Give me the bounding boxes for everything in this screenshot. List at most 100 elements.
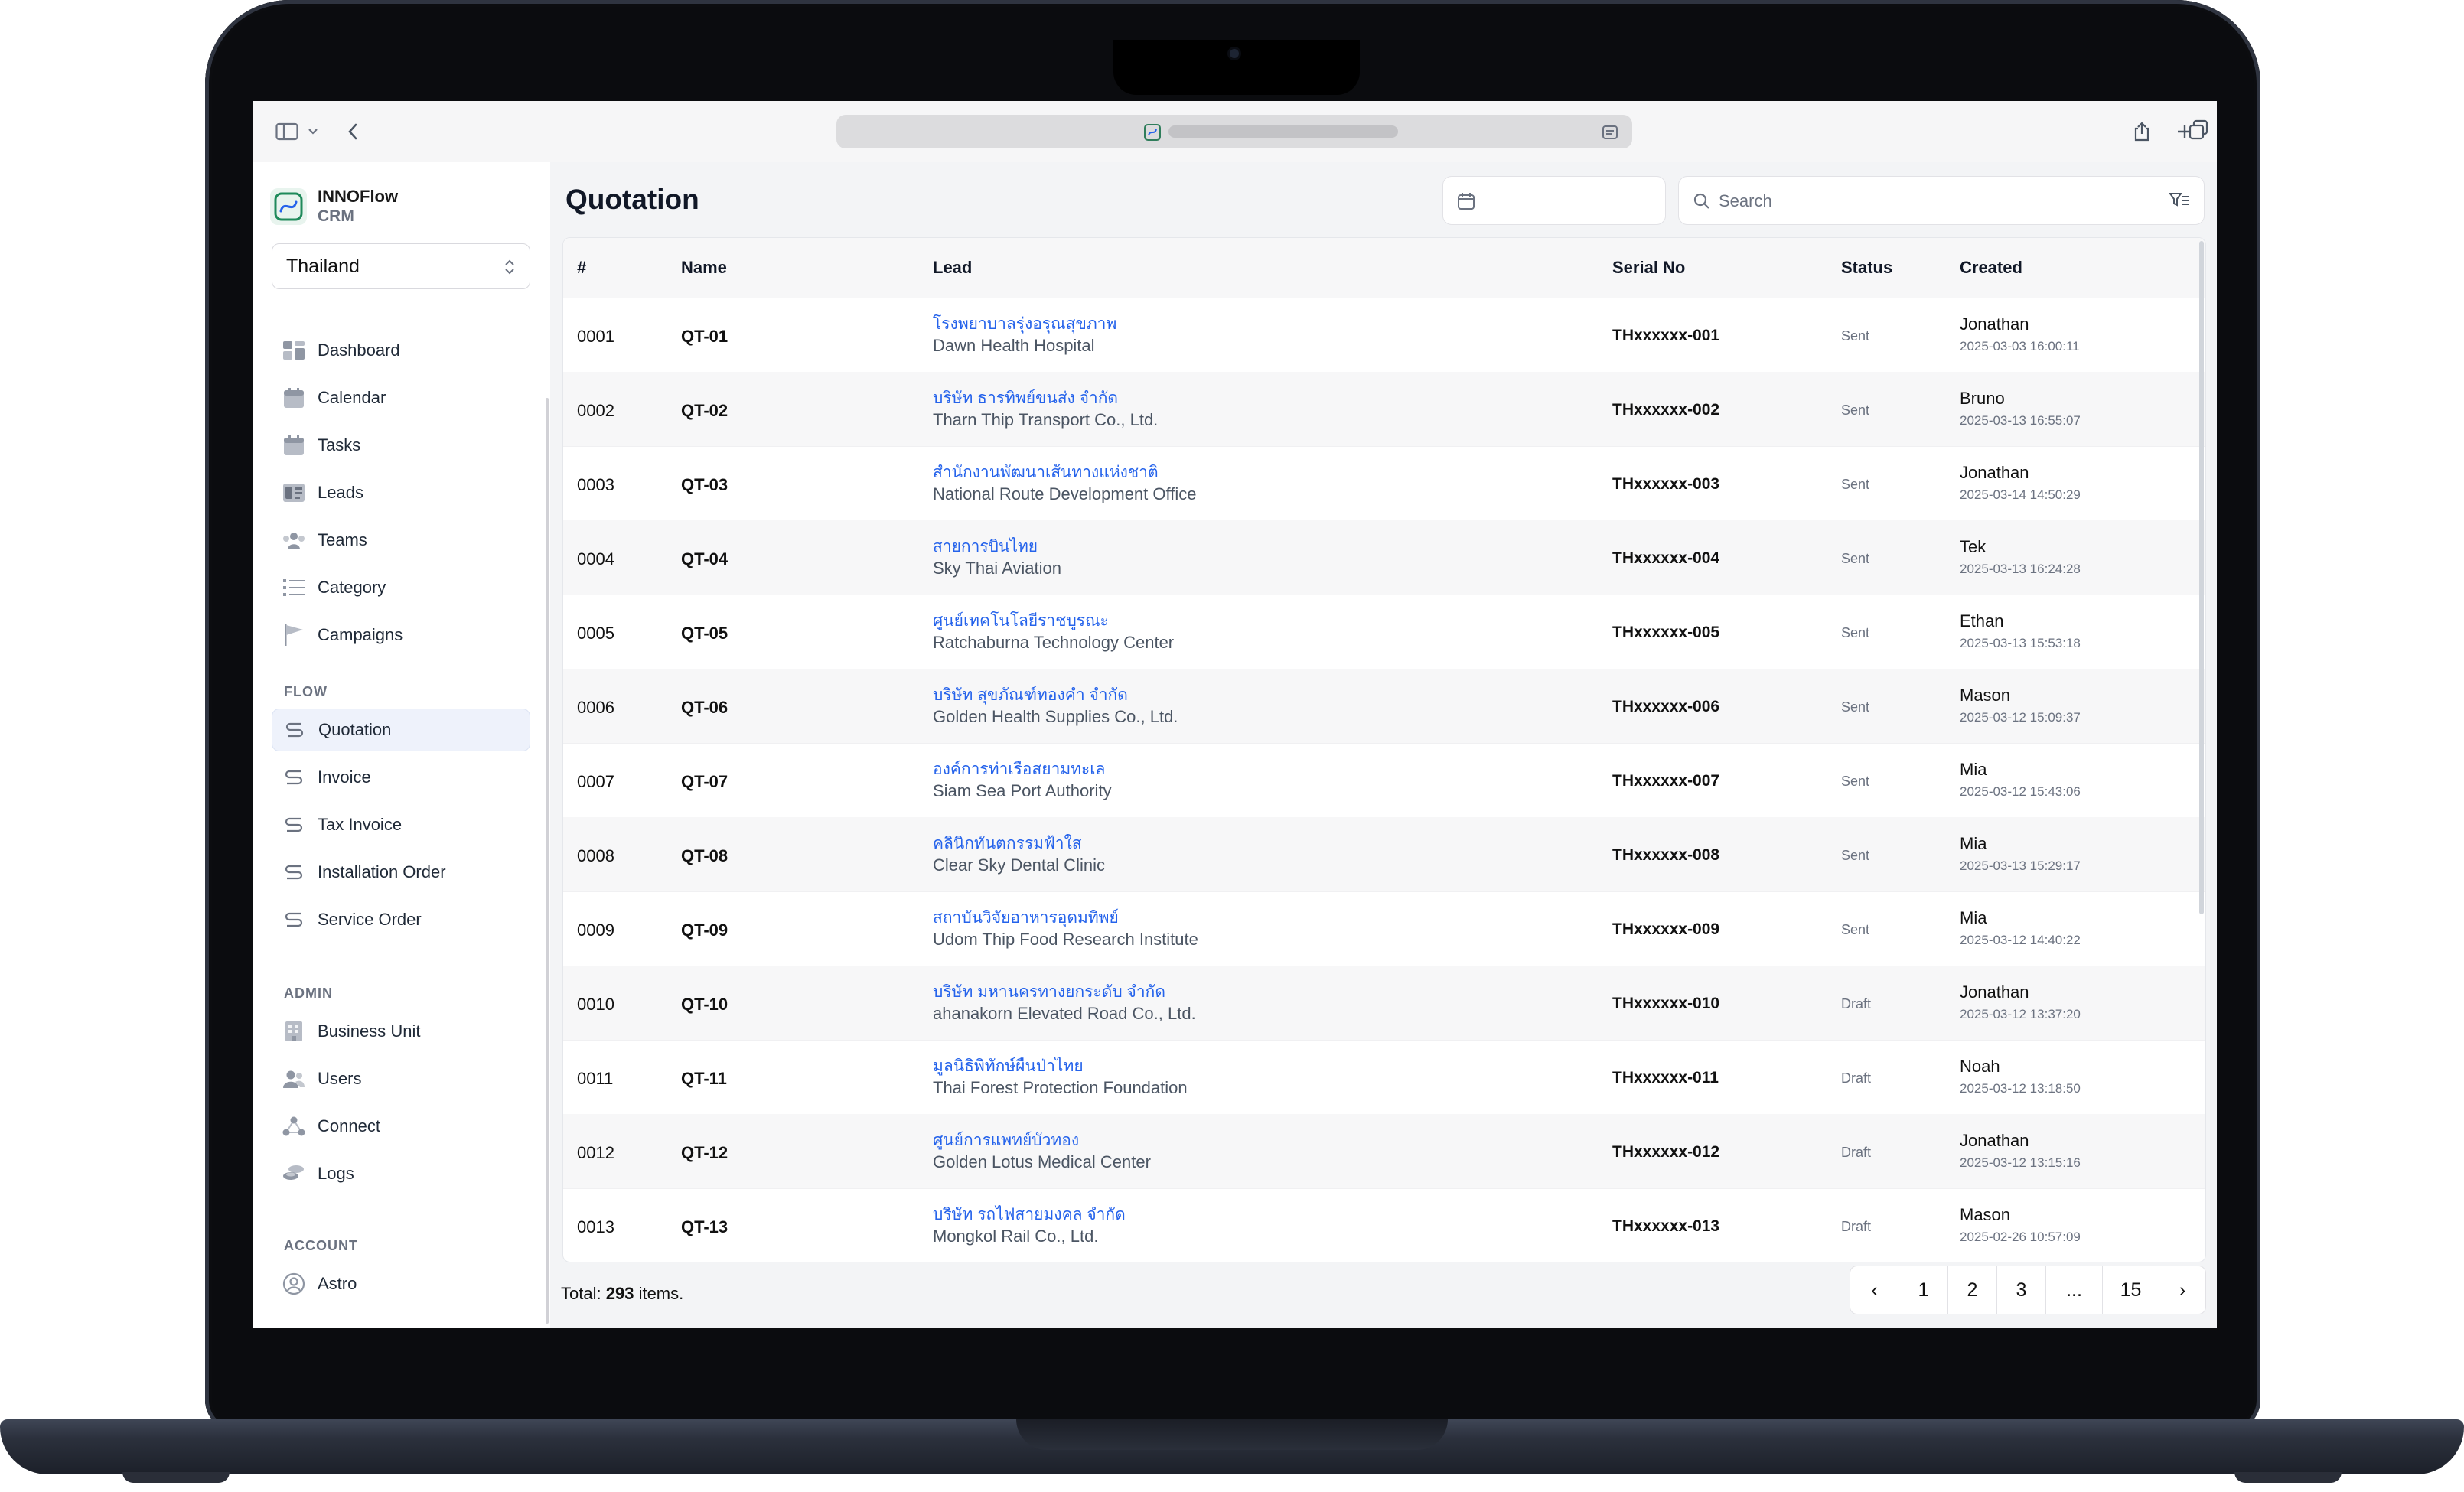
country-select[interactable]: Thailand [272,243,530,289]
address-bar[interactable] [836,115,1632,148]
search-input[interactable] [1717,187,2149,215]
sidebar-item-leads[interactable]: Leads [272,471,530,514]
sidebar-item-calendar[interactable]: Calendar [272,376,530,419]
row-lead-thai-link[interactable]: สถาบันวิจัยอาหารอุดมทิพย์ [933,905,1119,930]
laptop-opening-lip [1016,1419,1448,1450]
table-row[interactable]: 0001 QT-01 โรงพยาบาลรุ่งอรุณสุขภาพ Dawn Hea… [563,298,2205,373]
page-title: Quotation [565,184,699,215]
table-row[interactable]: 0004 QT-04 สายการบินไทย Sky Thai Aviation TH… [563,520,2205,595]
row-created-date: 2025-03-12 13:15:16 [1960,1155,2081,1170]
sidebar-item-quotation[interactable]: Quotation [272,709,530,751]
row-created-by: Mia [1960,908,1987,927]
row-lead-thai-link[interactable]: ศูนย์การแพทย์บัวทอง [933,1128,1079,1153]
column-header-status[interactable]: Status [1841,258,1892,278]
row-name: QT-01 [681,327,728,346]
table-row[interactable]: 0009 QT-09 สถาบันวิจัยอาหารอุดมทิพย์ Udom T… [563,891,2205,966]
table-row[interactable]: 0003 QT-03 สำนักงานพัฒนาเส้นทางแห่งชาติ Nat… [563,446,2205,521]
sidebar-item-business-unit[interactable]: Business Unit [272,1010,530,1053]
sidebar-item-service-order[interactable]: Service Order [272,898,530,941]
browser-toolbar [253,101,2217,163]
brand-name: INNOFlow [318,187,399,206]
row-lead-thai-link[interactable]: สำนักงานพัฒนาเส้นทางแห่งชาติ [933,460,1159,485]
column-header-lead[interactable]: Lead [933,258,972,278]
sidebar-item-label: Logs [318,1164,354,1183]
sidebar-item-tax-invoice[interactable]: Tax Invoice [272,803,530,846]
sidebar-item-label: Dashboard [318,340,400,360]
table-row[interactable]: 0012 QT-12 ศูนย์การแพทย์บัวทอง Golden Lotus… [563,1114,2205,1189]
row-lead-thai-link[interactable]: บริษัท สุขภัณฑ์ทองคำ จำกัด [933,682,1128,708]
sidebar-item-teams[interactable]: Teams [272,519,530,562]
sidebar-item-label: Calendar [318,388,386,407]
row-lead-thai-link[interactable]: ศูนย์เทคโนโลยีราชบูรณะ [933,608,1109,634]
table-row[interactable]: 0010 QT-10 บริษัท มหานครทางยกระดับ จำกัด ah… [563,966,2205,1041]
sidebar-item-campaigns[interactable]: Campaigns [272,614,530,656]
sidebar-item-invoice[interactable]: Invoice [272,756,530,799]
flow-icon [282,861,305,884]
sidebar-item-category[interactable]: Category [272,566,530,609]
sidebar-item-account-astro[interactable]: Astro [272,1262,530,1305]
search-field[interactable] [1678,176,2205,225]
row-name: QT-03 [681,475,728,494]
row-id: 0001 [577,327,614,346]
sidebar-item-label: Invoice [318,767,371,787]
sidebar-item-dashboard[interactable]: Dashboard [272,329,530,372]
table-row[interactable]: 0008 QT-08 คลินิกทันตกรรมฟ้าใส Clear Sky De… [563,817,2205,892]
sidebar-item-connect[interactable]: Connect [272,1105,530,1148]
prev-page-button[interactable]: ‹ [1850,1266,1899,1314]
sidebar-item-label: Service Order [318,910,422,929]
row-created-date: 2025-03-13 15:29:17 [1960,858,2081,873]
sidebar-item-logs[interactable]: Logs [272,1152,530,1195]
row-lead-thai-link[interactable]: บริษัท ธารทิพย์ขนส่ง จำกัด [933,386,1118,411]
sidebar-toggle-icon[interactable] [273,118,301,145]
row-lead-thai-link[interactable]: องค์การท่าเรือสยามทะเล [933,757,1105,782]
dashboard-icon [282,339,305,362]
brand[interactable]: INNOFlow CRM [270,184,398,230]
column-header-name[interactable]: Name [681,258,727,278]
table-scrollbar[interactable] [2199,241,2204,914]
next-page-button[interactable]: › [2159,1266,2205,1314]
table-row[interactable]: 0007 QT-07 องค์การท่าเรือสยามทะเล Siam Sea … [563,743,2205,818]
sidebar-item-tasks[interactable]: Tasks [272,424,530,467]
page-button-3[interactable]: 3 [1997,1266,2046,1314]
sidebar-item-label: Category [318,578,386,597]
column-header-created[interactable]: Created [1960,258,2022,278]
table-row[interactable]: 0005 QT-05 ศูนย์เทคโนโลยีราชบูรณะ Ratchabur… [563,595,2205,669]
row-created-by: Jonathan [1960,982,2029,1002]
column-header-number[interactable]: # [577,258,586,278]
laptop-foot-left [122,1472,230,1483]
table-row[interactable]: 0002 QT-02 บริษัท ธารทิพย์ขนส่ง จำกัด Tharn… [563,372,2205,447]
row-lead-english: Sky Thai Aviation [933,559,1061,578]
sidebar-item-label: Installation Order [318,862,446,881]
sidebar-scrollbar[interactable] [546,398,549,1324]
row-lead-thai-link[interactable]: คลินิกทันตกรรมฟ้าใส [933,831,1082,856]
row-created-by: Mia [1960,834,1987,853]
date-filter[interactable] [1442,176,1666,225]
page-button-1[interactable]: 1 [1899,1266,1948,1314]
page-button-15[interactable]: 15 [2103,1266,2159,1314]
row-lead-english: Thai Forest Protection Foundation [933,1078,1188,1097]
page-button-2[interactable]: 2 [1948,1266,1997,1314]
column-header-serial-no[interactable]: Serial No [1612,258,1685,278]
table-row[interactable]: 0011 QT-11 มูลนิธิพิทักษ์ผืนป่าไทย Thai For… [563,1040,2205,1115]
row-lead-thai-link[interactable]: โรงพยาบาลรุ่งอรุณสุขภาพ [933,311,1116,337]
tabs-overview-icon[interactable] [2188,119,2211,142]
flow-icon [283,718,306,741]
chevron-down-icon[interactable] [299,118,327,145]
table-row[interactable]: 0006 QT-06 บริษัท สุขภัณฑ์ทองคำ จำกัด Golde… [563,669,2205,744]
search-icon [1693,192,1711,214]
row-lead-english: ahanakorn Elevated Road Co., Ltd. [933,1004,1196,1023]
reader-icon[interactable] [1602,124,1618,145]
row-lead-thai-link[interactable]: มูลนิธิพิทักษ์ผืนป่าไทย [933,1054,1084,1079]
sidebar-item-installation-order[interactable]: Installation Order [272,851,530,894]
row-lead-thai-link[interactable]: บริษัท รถไฟสายมงคล จำกัด [933,1202,1126,1227]
main-content: Quotation # Name Lead Serial No Status C… [550,162,2217,1328]
row-lead-thai-link[interactable]: สายการบินไทย [933,534,1038,559]
back-icon[interactable] [339,118,367,145]
filter-icon[interactable] [2169,191,2190,214]
share-icon[interactable] [2128,118,2156,145]
sidebar-item-users[interactable]: Users [272,1057,530,1100]
row-id: 0012 [577,1143,614,1162]
sidebar-item-label: Tax Invoice [318,815,403,834]
table-row[interactable]: 0013 QT-13 บริษัท รถไฟสายมงคล จำกัด Mongkol… [563,1188,2205,1262]
row-lead-thai-link[interactable]: บริษัท มหานครทางยกระดับ จำกัด [933,979,1165,1005]
